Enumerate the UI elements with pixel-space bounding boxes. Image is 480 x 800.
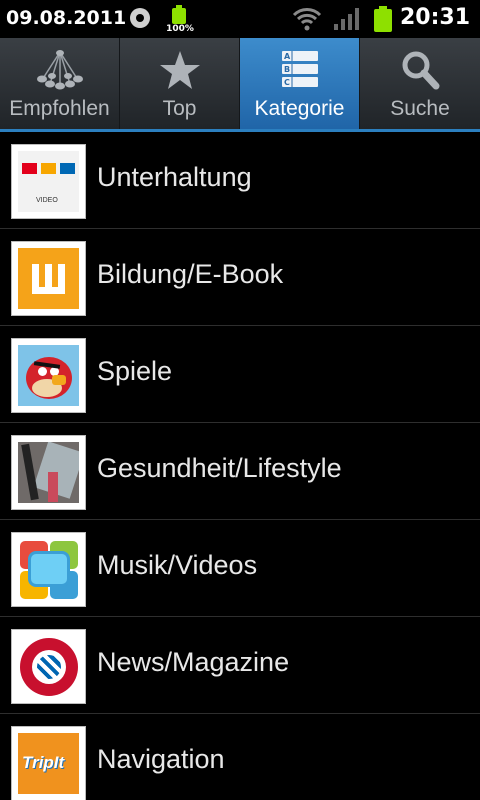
- category-item-bildung[interactable]: Bildung/E-Book: [0, 229, 480, 326]
- svg-text:C: C: [284, 78, 290, 87]
- category-label: Unterhaltung: [97, 162, 252, 192]
- status-time: 20:31: [399, 5, 470, 30]
- tab-suche[interactable]: Suche: [360, 38, 480, 129]
- status-bar: 09.08.2011 100% 20:31: [0, 0, 480, 38]
- category-item-unterhaltung[interactable]: VIDEO Unterhaltung: [0, 132, 480, 229]
- rtl-video-icon: VIDEO: [11, 144, 86, 219]
- category-label: Bildung/E-Book: [97, 259, 284, 289]
- category-item-navigation[interactable]: TripIt Navigation: [0, 714, 480, 800]
- category-label: Navigation: [97, 744, 225, 774]
- tab-kategorie[interactable]: ABC Kategorie: [240, 38, 360, 129]
- category-label: Musik/Videos: [97, 550, 258, 580]
- media-icon: [11, 532, 86, 607]
- svg-text:A: A: [284, 52, 291, 61]
- category-item-spiele[interactable]: Spiele: [0, 326, 480, 423]
- category-item-musik[interactable]: Musik/Videos: [0, 520, 480, 617]
- tripit-icon: TripIt: [11, 726, 86, 800]
- svg-text:B: B: [284, 65, 290, 74]
- search-icon: [402, 51, 440, 90]
- tab-bar: Empfohlen Top ABC Kategorie Suche: [0, 38, 480, 132]
- status-date: 09.08.2011: [6, 7, 127, 29]
- tab-label: Suche: [390, 97, 450, 120]
- tab-label: Top: [162, 97, 197, 120]
- cosmetics-icon: [11, 435, 86, 510]
- tab-label: Empfohlen: [9, 97, 110, 120]
- battery-percent: 100%: [166, 24, 194, 34]
- tab-top[interactable]: Top: [120, 38, 240, 129]
- category-list: VIDEO Unterhaltung Bildung/E-Book Spiele…: [0, 132, 480, 800]
- fc-bayern-icon: [11, 629, 86, 704]
- battery-notification-icon: 100%: [166, 4, 194, 36]
- category-item-gesundheit[interactable]: Gesundheit/Lifestyle: [0, 423, 480, 520]
- category-label: Gesundheit/Lifestyle: [97, 453, 342, 483]
- star-icon: [159, 51, 200, 89]
- wifi-icon: [292, 8, 322, 31]
- battery-icon: [374, 6, 392, 32]
- ebook-icon: [11, 241, 86, 316]
- angry-bird-icon: [11, 338, 86, 413]
- abc-list-icon: ABC: [281, 51, 318, 87]
- tab-label: Kategorie: [254, 97, 345, 120]
- sync-icon: [130, 8, 150, 28]
- category-item-news[interactable]: News/Magazine: [0, 617, 480, 714]
- category-label: Spiele: [97, 356, 173, 386]
- network-icon: [36, 50, 83, 90]
- signal-icon: [334, 8, 359, 30]
- category-label: News/Magazine: [97, 647, 290, 677]
- tab-empfohlen[interactable]: Empfohlen: [0, 38, 120, 129]
